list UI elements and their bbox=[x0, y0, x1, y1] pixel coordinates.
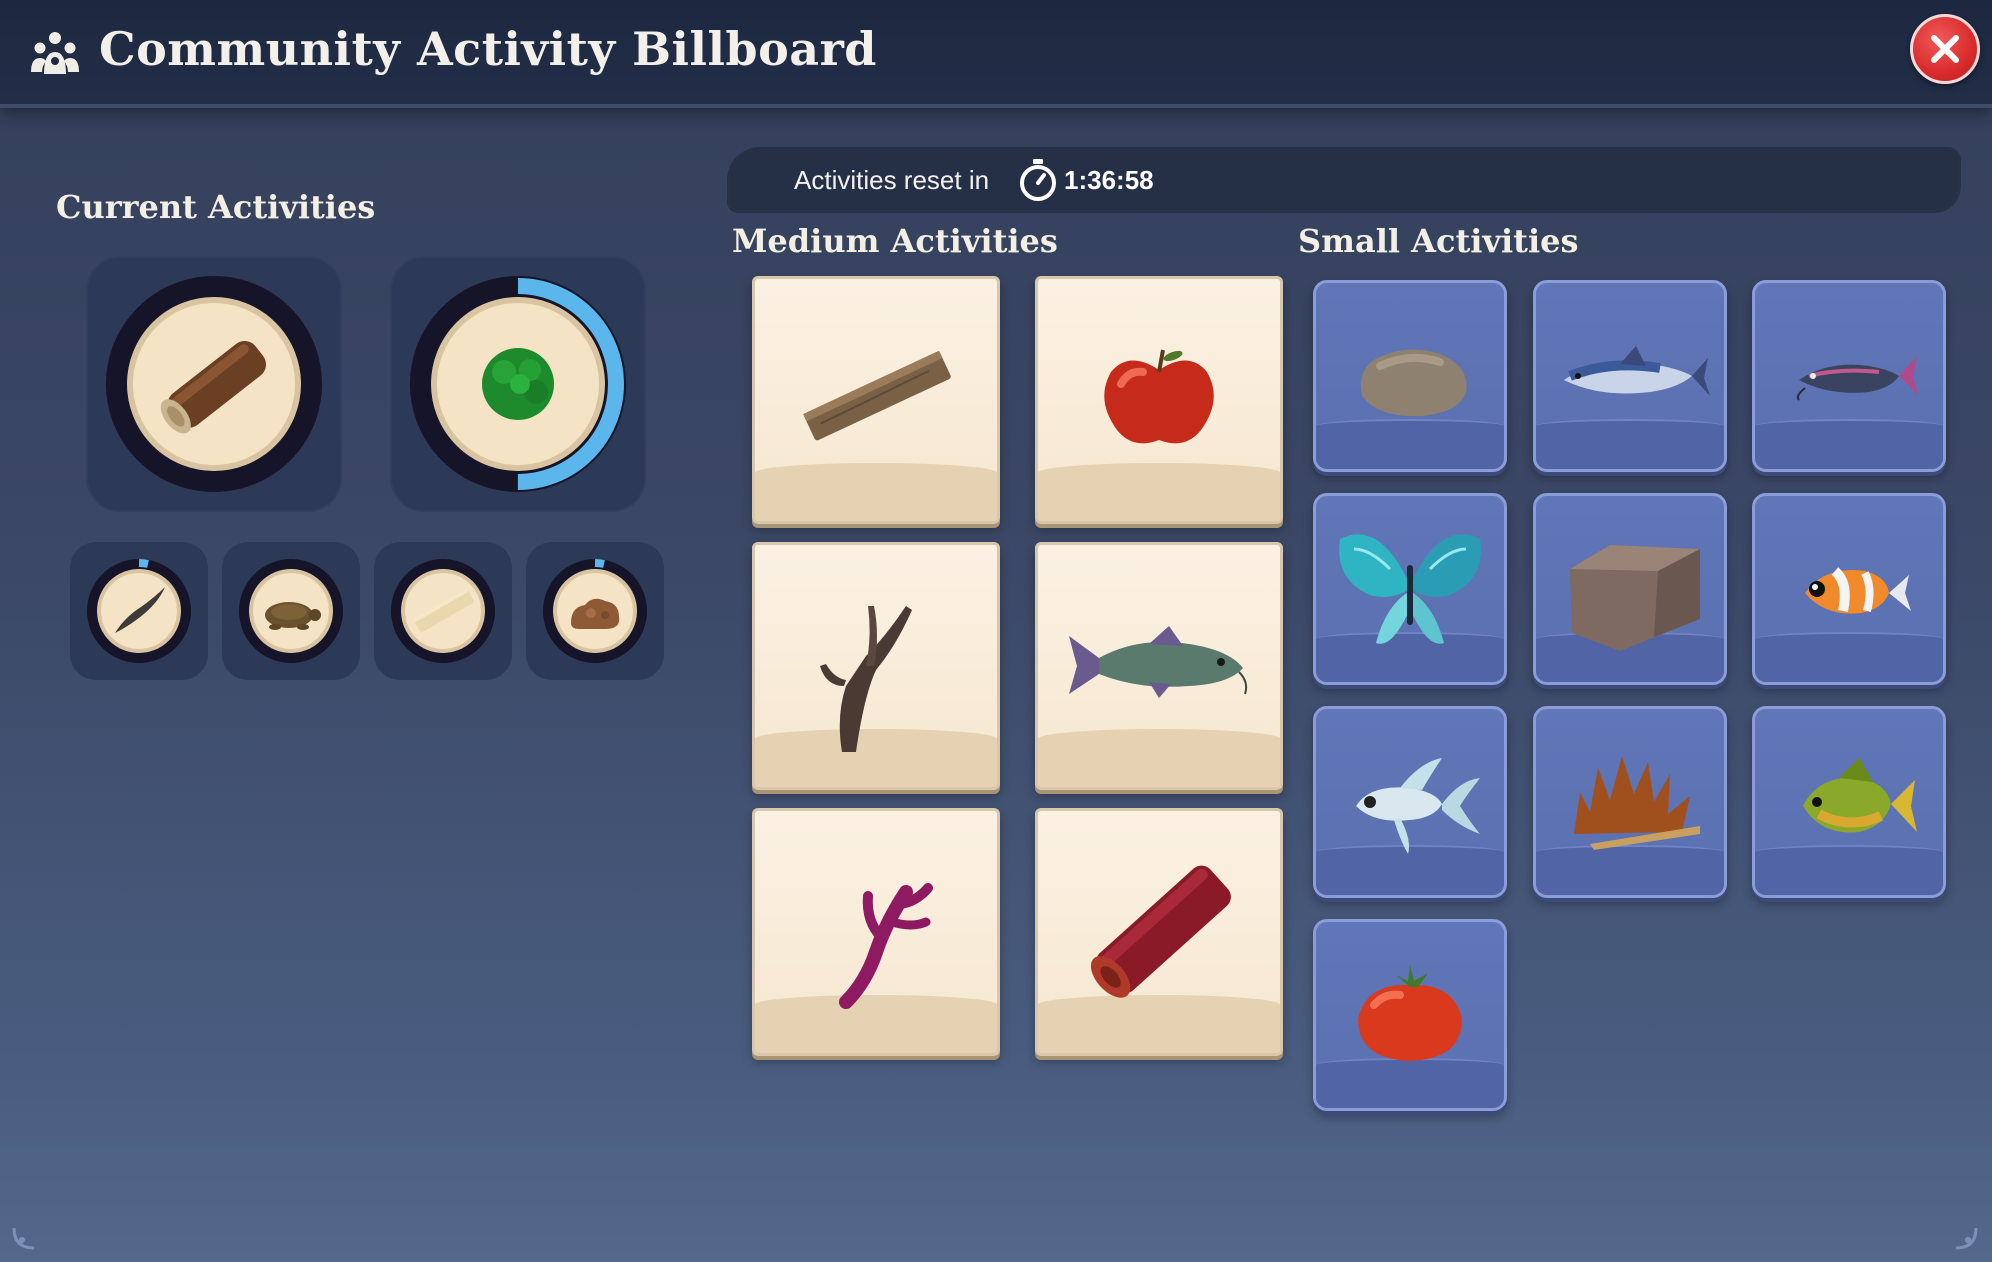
fish-dark-icon bbox=[1796, 356, 1919, 401]
medium-activity-card[interactable] bbox=[1035, 542, 1283, 790]
ghost-fish-icon bbox=[1356, 758, 1480, 854]
trout-icon bbox=[1564, 346, 1710, 396]
community-icon bbox=[31, 32, 79, 74]
clay-icon bbox=[543, 559, 647, 663]
reset-label: Activities reset in bbox=[794, 165, 990, 195]
billboard-window: Community Activity Billboard Current Act… bbox=[0, 0, 1992, 1262]
small-activity-card[interactable] bbox=[1752, 493, 1946, 685]
medium-activity-card[interactable] bbox=[752, 808, 1000, 1056]
current-activity-slot[interactable] bbox=[222, 542, 360, 680]
branch-icon bbox=[820, 606, 912, 752]
wooden-plank-icon bbox=[803, 350, 951, 441]
reset-time: 1:36:58 bbox=[1064, 165, 1154, 195]
medium-activity-card[interactable] bbox=[1035, 276, 1283, 524]
leaves-icon bbox=[1574, 756, 1700, 850]
apple-icon bbox=[1104, 349, 1214, 444]
small-activity-card[interactable] bbox=[1533, 280, 1727, 472]
title-bar: Community Activity Billboard bbox=[0, 0, 1992, 108]
coral-icon bbox=[839, 883, 933, 1009]
tomato-icon bbox=[1358, 965, 1462, 1061]
catfish-icon bbox=[1069, 626, 1248, 698]
medium-activities-heading: Medium Activities bbox=[732, 222, 1058, 260]
small-activity-card[interactable] bbox=[1313, 919, 1507, 1111]
current-activity-slot[interactable] bbox=[374, 542, 512, 680]
current-activity-slot[interactable] bbox=[526, 542, 664, 680]
reset-banner: Activities reset in 1:36:58 bbox=[730, 150, 1958, 210]
small-activity-card[interactable] bbox=[1533, 706, 1727, 898]
current-activity-slot[interactable] bbox=[390, 256, 646, 512]
moss-icon bbox=[410, 276, 626, 492]
small-activity-card[interactable] bbox=[1313, 280, 1507, 472]
timer-icon bbox=[1020, 159, 1056, 201]
medium-activity-card[interactable] bbox=[1035, 808, 1283, 1056]
stone-block-icon bbox=[1570, 545, 1700, 651]
small-activity-card[interactable] bbox=[1533, 493, 1727, 685]
green-fish-icon bbox=[1803, 758, 1917, 833]
crimson-log-icon bbox=[1090, 865, 1231, 998]
current-activity-slot[interactable] bbox=[70, 542, 208, 680]
close-button[interactable] bbox=[1910, 14, 1980, 84]
orange-fish-icon bbox=[1805, 567, 1911, 614]
medium-activity-card[interactable] bbox=[752, 276, 1000, 524]
corner-ornament-icon bbox=[12, 1227, 35, 1250]
window-title: Community Activity Billboard bbox=[99, 22, 877, 76]
current-activities-heading: Current Activities bbox=[56, 188, 376, 226]
small-activity-card[interactable] bbox=[1313, 706, 1507, 898]
medium-activity-card[interactable] bbox=[752, 542, 1000, 790]
close-icon bbox=[1931, 35, 1959, 63]
butterfly-icon bbox=[1339, 534, 1481, 644]
small-activity-card[interactable] bbox=[1752, 706, 1946, 898]
eel-icon bbox=[87, 559, 191, 663]
small-activity-card[interactable] bbox=[1313, 493, 1507, 685]
stone-icon bbox=[1360, 349, 1467, 417]
corner-ornament-icon bbox=[1955, 1227, 1978, 1250]
small-activities-heading: Small Activities bbox=[1298, 222, 1579, 260]
wood-log-icon bbox=[106, 276, 322, 492]
current-activity-slot[interactable] bbox=[86, 256, 342, 512]
small-activity-card[interactable] bbox=[1752, 280, 1946, 472]
plank-icon bbox=[391, 559, 495, 663]
turtle-icon bbox=[239, 559, 343, 663]
